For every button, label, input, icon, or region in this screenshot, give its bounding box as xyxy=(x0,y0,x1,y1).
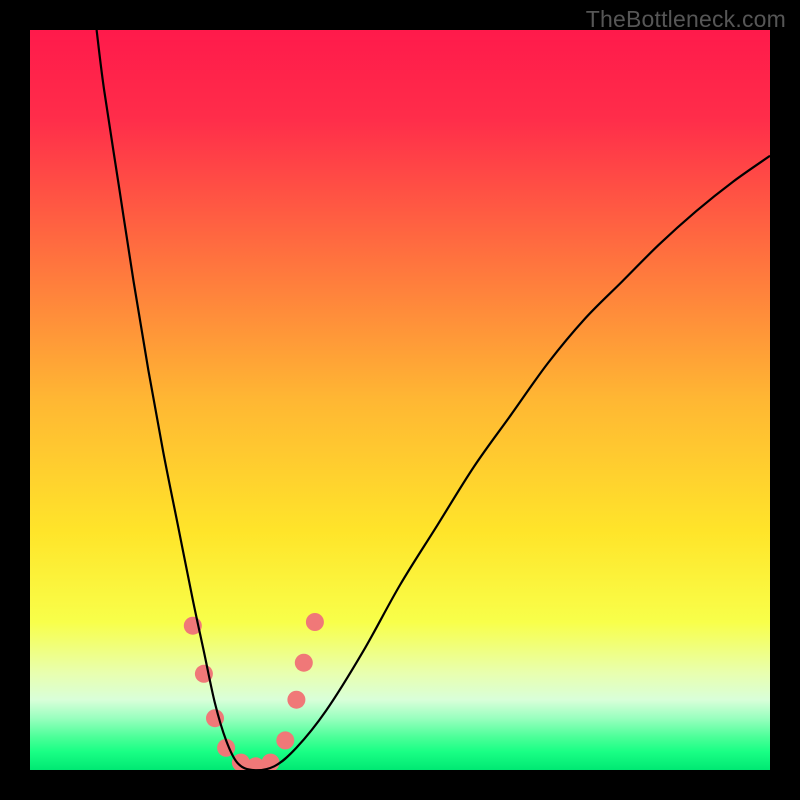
marker-dot xyxy=(306,613,324,631)
watermark-text: TheBottleneck.com xyxy=(586,6,786,33)
bottleneck-curve xyxy=(97,30,770,770)
marker-dot xyxy=(287,691,305,709)
marker-dot xyxy=(276,731,294,749)
plot-area xyxy=(30,30,770,770)
highlight-markers xyxy=(184,613,324,770)
curve-layer xyxy=(30,30,770,770)
chart-frame: TheBottleneck.com xyxy=(0,0,800,800)
marker-dot xyxy=(295,654,313,672)
